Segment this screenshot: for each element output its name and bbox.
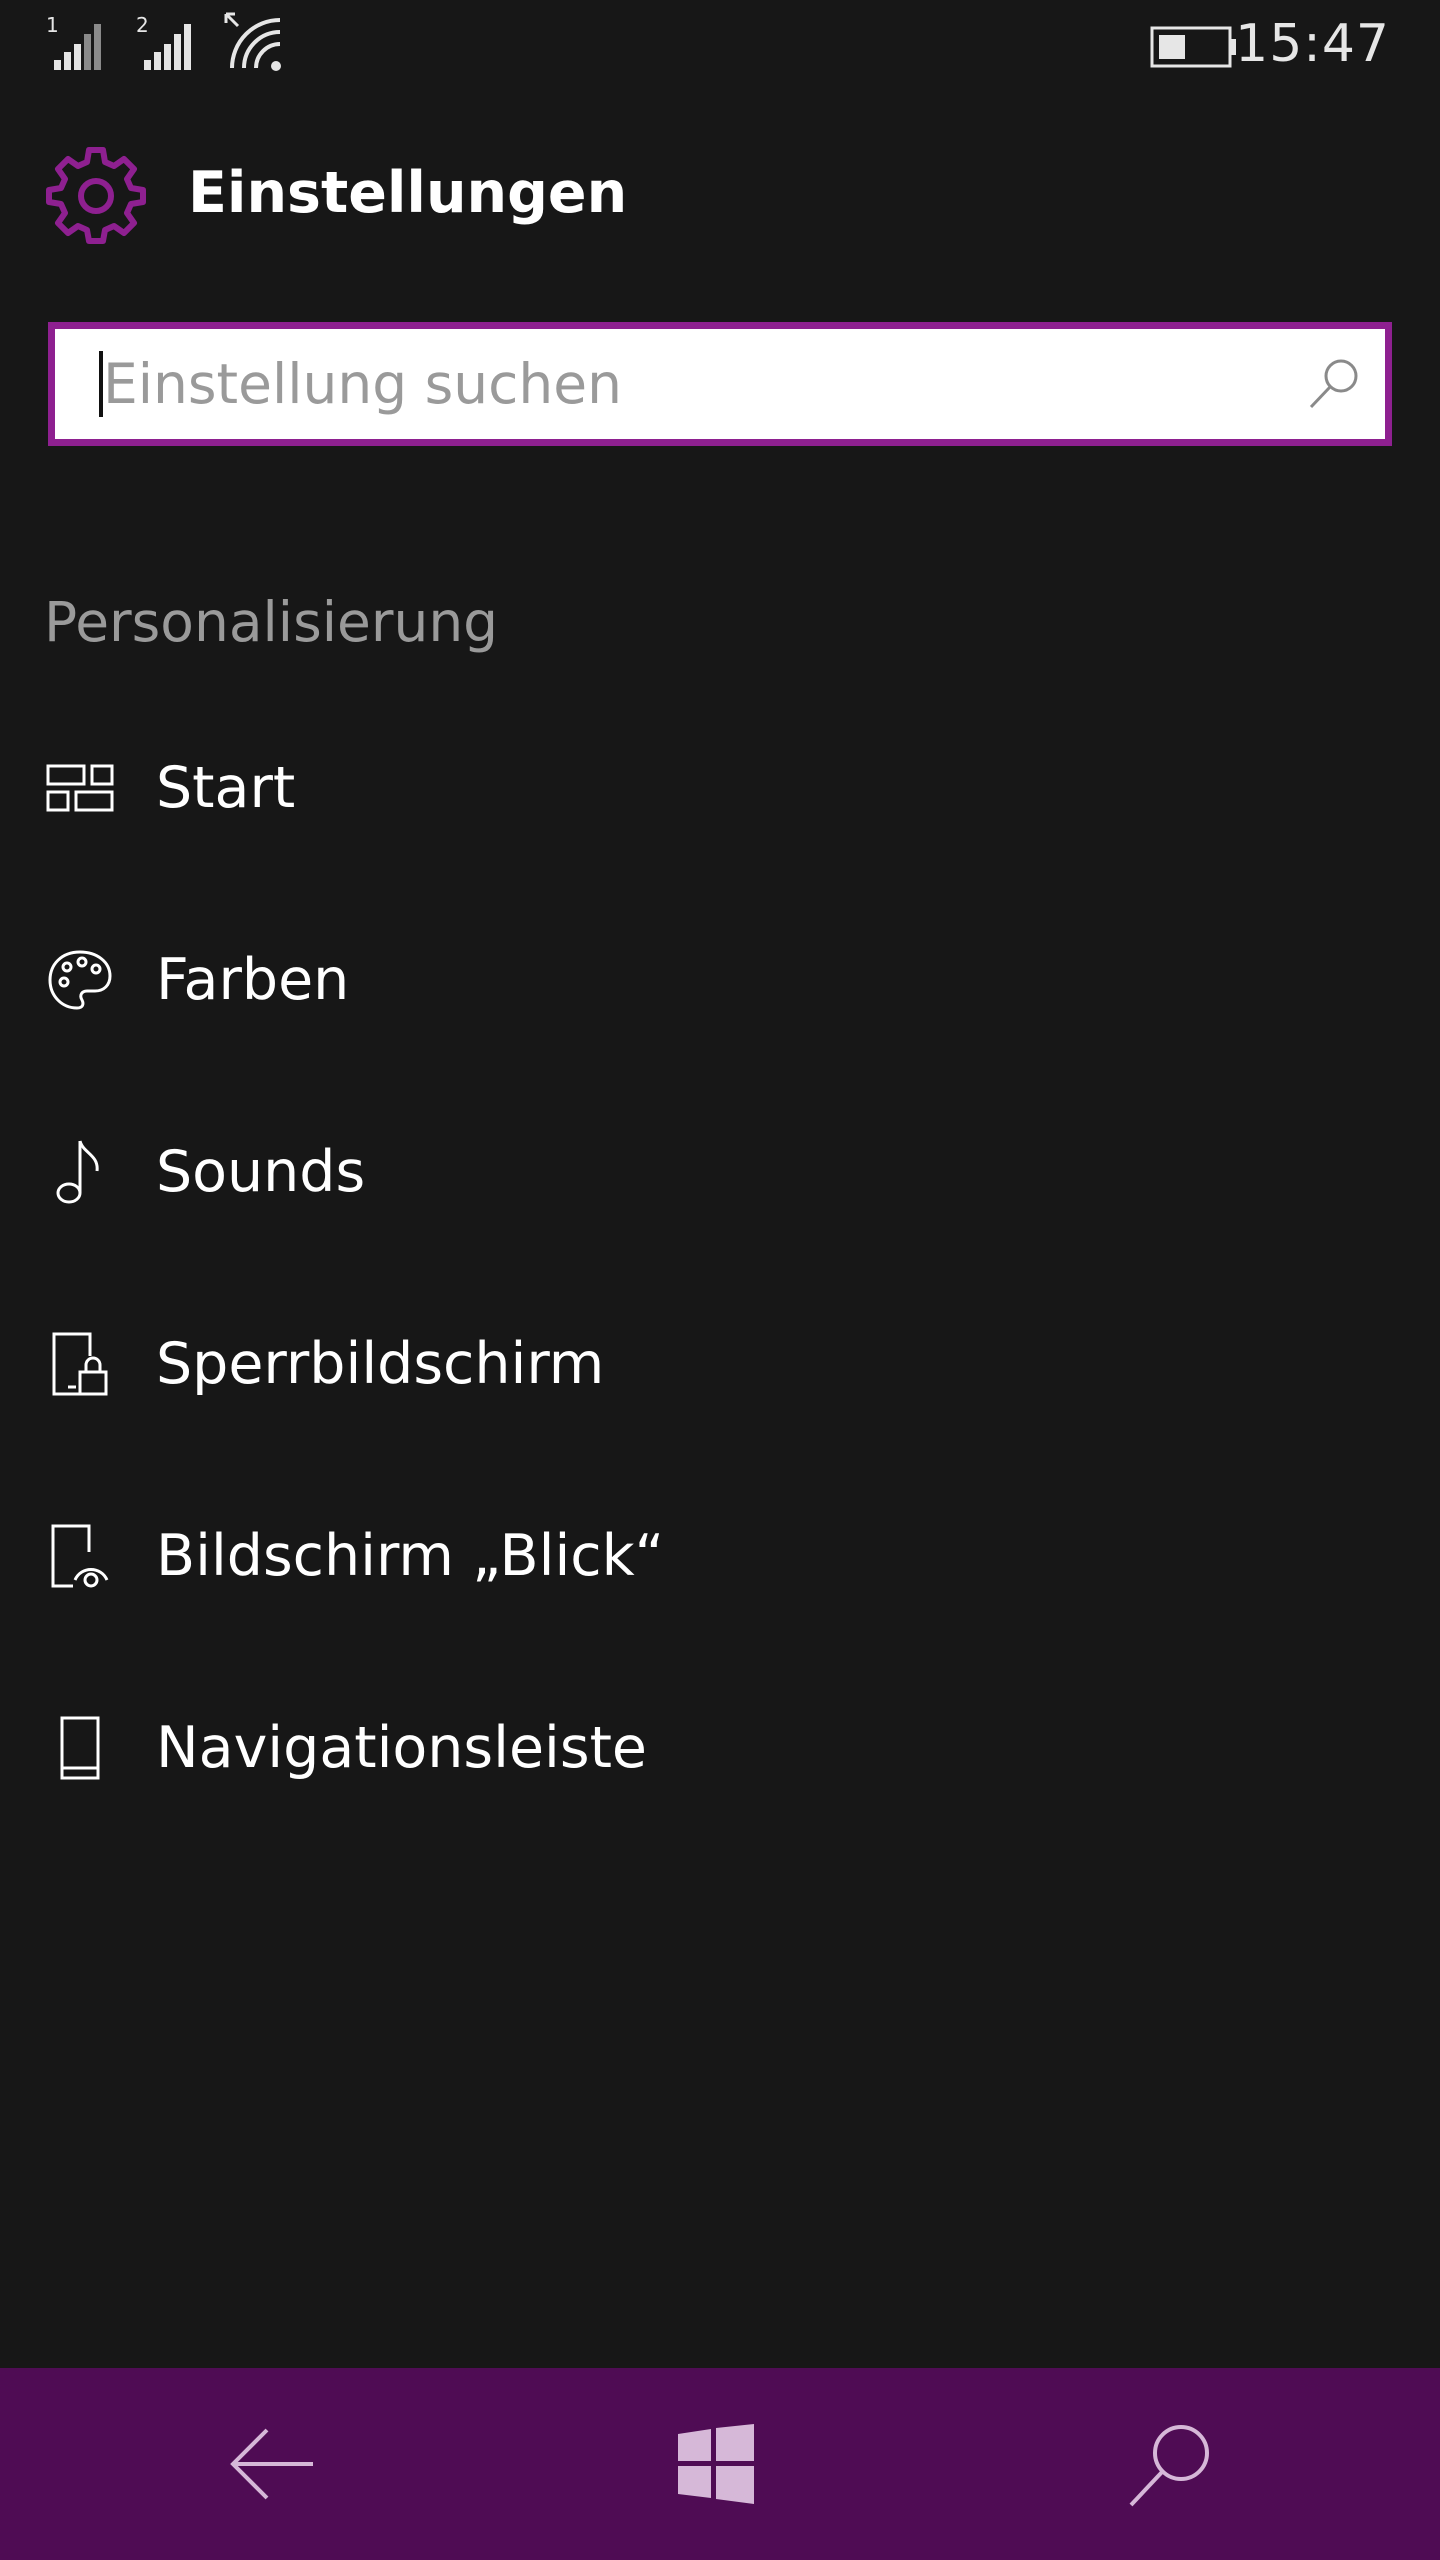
settings-item-start[interactable]: Start [0,692,1440,884]
clock: 15:47 [1235,14,1390,74]
phone-icon [44,1712,116,1784]
settings-item-glance-screen[interactable]: Bildschirm „Blick“ [0,1460,1440,1652]
lock-screen-icon [44,1328,116,1400]
back-button[interactable] [212,2404,332,2524]
settings-item-label: Navigationsleiste [156,1715,647,1781]
settings-item-navigationsleiste[interactable]: Navigationsleiste [0,1652,1440,1844]
palette-icon [44,944,116,1016]
search-icon [1129,2425,1209,2507]
settings-item-label: Farben [156,947,350,1013]
signal-sim1-icon: 1 [46,13,101,70]
search-box[interactable] [48,322,1392,446]
settings-item-label: Sounds [156,1139,366,1205]
search-icon[interactable] [1305,355,1363,413]
page-title: Einstellungen [188,160,628,226]
back-arrow-icon [230,2428,313,2500]
wifi-icon [224,12,281,71]
settings-item-label: Bildschirm „Blick“ [156,1523,665,1589]
settings-item-sperrbildschirm[interactable]: Sperrbildschirm [0,1268,1440,1460]
start-tiles-icon [44,752,116,824]
settings-item-sounds[interactable]: Sounds [0,1076,1440,1268]
section-header-personalisierung: Personalisierung [44,590,499,654]
navigation-bar [0,2368,1440,2560]
gear-icon [46,147,146,244]
settings-item-label: Start [156,755,296,821]
page-header: Einstellungen [46,140,1346,244]
glance-screen-icon [44,1520,116,1592]
settings-item-farben[interactable]: Farben [0,884,1440,1076]
signal-sim2-icon: 2 [136,13,191,70]
search-input[interactable] [95,329,1283,439]
settings-item-label: Sperrbildschirm [156,1331,605,1397]
text-caret [99,351,103,417]
battery-icon [1150,26,1236,68]
music-note-icon [44,1136,116,1208]
start-button[interactable] [656,2404,776,2524]
search-nav-button[interactable] [1110,2404,1230,2524]
sim2-label: 2 [136,13,149,37]
sim1-label: 1 [46,13,59,37]
windows-logo-icon [678,2424,754,2504]
status-bar: 1 2 15:47 [0,0,1440,96]
